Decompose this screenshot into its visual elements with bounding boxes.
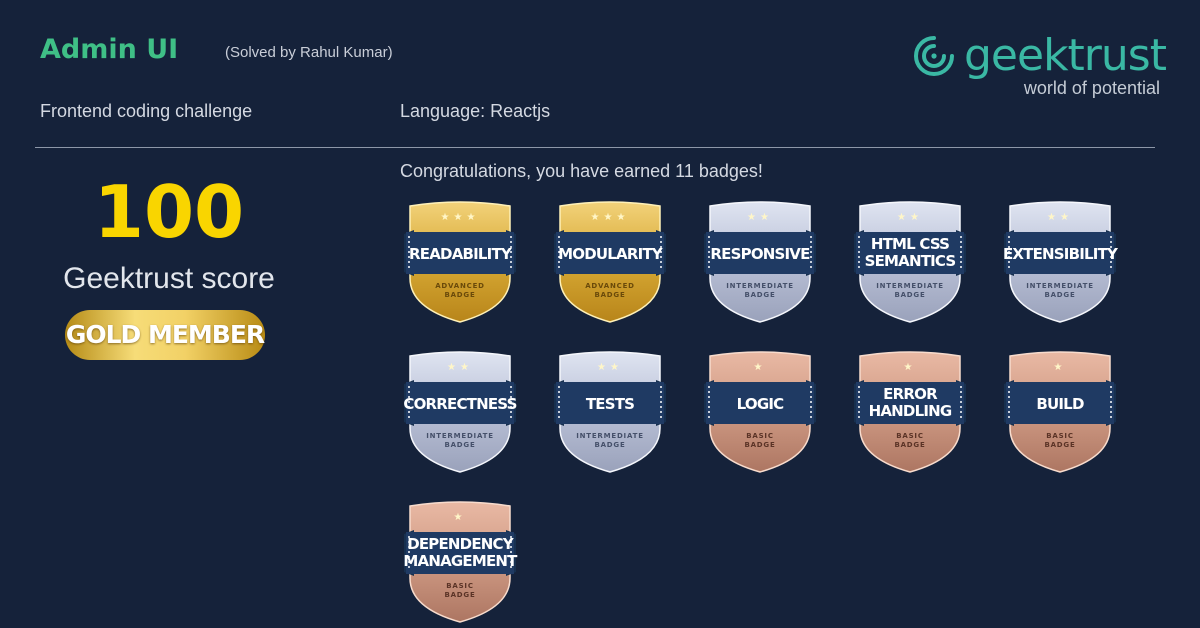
badge-name-line: HANDLING (868, 402, 953, 420)
badge-level-line: BASIC (446, 582, 474, 590)
badge-name-line: DEPENDENCY (407, 535, 513, 553)
badge-name: DEPENDENCY MANAGEMENT (400, 536, 520, 570)
badge-name: MODULARITY (550, 246, 670, 263)
badge-html-css-semantics: ★★ HTML CSS SEMANTICS INTERMEDIATE BADGE (850, 200, 970, 325)
badge-level: INTERMEDIATE BADGE (720, 282, 800, 300)
badge-level: BASIC BADGE (720, 432, 800, 450)
badge-level-line: BADGE (594, 291, 626, 299)
badge-level-line: BASIC (896, 432, 924, 440)
badge-tests: ★★ TESTS INTERMEDIATE BADGE (550, 350, 670, 475)
badge-level-line: BADGE (1044, 441, 1076, 449)
badge-name: RESPONSIVE (700, 246, 820, 263)
badge-build: ★ BUILD BASIC BADGE (1000, 350, 1120, 475)
star-rating-icon: ★★ (1047, 212, 1073, 223)
badge-level-line: BADGE (444, 591, 476, 599)
badge-name: TESTS (550, 396, 670, 413)
badge-level-line: BADGE (744, 291, 776, 299)
badge-level-line: BADGE (744, 441, 776, 449)
challenge-subtitle: Frontend coding challenge (40, 101, 253, 121)
star-rating-icon: ★★★ (590, 212, 630, 223)
badge-name: LOGIC (700, 396, 820, 413)
badge-level-line: INTERMEDIATE (576, 432, 644, 440)
badge-name-line: MODULARITY (558, 245, 663, 263)
solved-by-label: (Solved by Rahul Kumar) (225, 44, 393, 61)
badge-name-line: TESTS (585, 395, 635, 413)
badge-level-line: BASIC (1046, 432, 1074, 440)
score-value: 100 (93, 170, 245, 254)
badge-level-line: BADGE (1044, 291, 1076, 299)
star-rating-icon: ★★ (597, 362, 623, 373)
language-label: Language: Reactjs (400, 101, 551, 121)
star-rating-icon: ★ (753, 362, 767, 373)
badge-name-line: CORRECTNESS (403, 395, 517, 413)
badge-name-line: ERROR (883, 385, 937, 403)
badge-dependency-management: ★ DEPENDENCY MANAGEMENT BASIC BADGE (400, 500, 520, 625)
badge-modularity: ★★★ MODULARITY ADVANCED BADGE (550, 200, 670, 325)
badge-level: INTERMEDIATE BADGE (570, 432, 650, 450)
badge-name-line: HTML CSS (870, 235, 950, 253)
badge-level-line: BADGE (894, 291, 926, 299)
badge-name: CORRECTNESS (400, 396, 520, 413)
badge-level: INTERMEDIATE BADGE (1020, 282, 1100, 300)
badge-level-line: INTERMEDIATE (1026, 282, 1094, 290)
star-rating-icon: ★★★ (440, 212, 480, 223)
star-rating-icon: ★★ (747, 212, 773, 223)
badge-level-line: BASIC (746, 432, 774, 440)
star-rating-icon: ★ (453, 512, 467, 523)
logo-wordmark: geektrust (964, 30, 1167, 81)
badge-level: ADVANCED BADGE (420, 282, 500, 300)
badge-name-line: READABILITY (409, 245, 512, 263)
badge-name: ERROR HANDLING (850, 386, 970, 420)
badge-level-line: BADGE (444, 291, 476, 299)
badge-name-line: SEMANTICS (864, 252, 957, 270)
badge-readability: ★★★ READABILITY ADVANCED BADGE (400, 200, 520, 325)
badge-level-line: INTERMEDIATE (726, 282, 794, 290)
badge-level: INTERMEDIATE BADGE (420, 432, 500, 450)
geektrust-logo-icon (914, 36, 954, 76)
logo-tagline: world of potential (1023, 78, 1160, 98)
page-title: Admin UI (40, 34, 179, 65)
badge-name: BUILD (1000, 396, 1120, 413)
header-divider (35, 147, 1155, 148)
badge-level: BASIC BADGE (420, 582, 500, 600)
badge-name: EXTENSIBILITY (1000, 246, 1120, 263)
badge-error-handling: ★ ERROR HANDLING BASIC BADGE (850, 350, 970, 475)
geektrust-logo: geektrust world of potential (912, 30, 1167, 102)
membership-badge: GOLD MEMBER (65, 310, 265, 360)
badge-extensibility: ★★ EXTENSIBILITY INTERMEDIATE BADGE (1000, 200, 1120, 325)
badge-level: BASIC BADGE (870, 432, 950, 450)
star-rating-icon: ★★ (447, 362, 473, 373)
badge-name-line: EXTENSIBILITY (1002, 245, 1118, 263)
badge-correctness: ★★ CORRECTNESS INTERMEDIATE BADGE (400, 350, 520, 475)
badge-level-line: INTERMEDIATE (876, 282, 944, 290)
star-rating-icon: ★ (1053, 362, 1067, 373)
star-rating-icon: ★ (903, 362, 917, 373)
badge-level: ADVANCED BADGE (570, 282, 650, 300)
badge-responsive: ★★ RESPONSIVE INTERMEDIATE BADGE (700, 200, 820, 325)
score-label: Geektrust score (63, 262, 275, 295)
badge-level-line: ADVANCED (585, 282, 635, 290)
badge-level-line: BADGE (444, 441, 476, 449)
badge-name: HTML CSS SEMANTICS (850, 236, 970, 270)
badge-name-line: LOGIC (736, 395, 784, 413)
badge-name-line: RESPONSIVE (710, 245, 810, 263)
badge-level-line: BADGE (594, 441, 626, 449)
badge-name: READABILITY (400, 246, 520, 263)
badge-level: INTERMEDIATE BADGE (870, 282, 950, 300)
star-rating-icon: ★★ (897, 212, 923, 223)
badge-level-line: ADVANCED (435, 282, 485, 290)
badge-level-line: BADGE (894, 441, 926, 449)
badge-name-line: MANAGEMENT (403, 552, 517, 570)
badge-name-line: BUILD (1036, 395, 1084, 413)
badge-logic: ★ LOGIC BASIC BADGE (700, 350, 820, 475)
badge-level-line: INTERMEDIATE (426, 432, 494, 440)
badge-level: BASIC BADGE (1020, 432, 1100, 450)
congrats-message: Congratulations, you have earned 11 badg… (400, 161, 763, 181)
